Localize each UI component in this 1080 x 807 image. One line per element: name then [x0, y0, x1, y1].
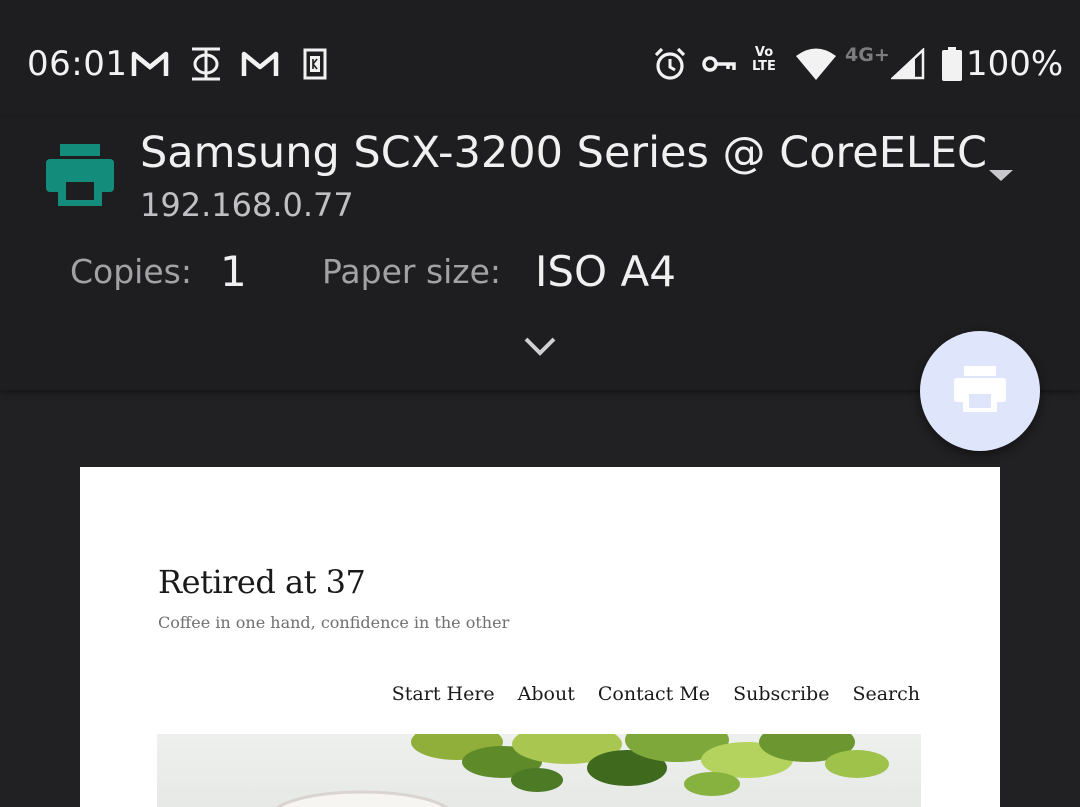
print-icon — [954, 366, 1006, 416]
printer-icon — [46, 144, 114, 206]
printer-dropdown-icon[interactable] — [985, 163, 1017, 187]
print-button[interactable] — [920, 331, 1040, 451]
battery-percent: 100% — [966, 44, 1064, 84]
gmail-icon — [130, 44, 170, 84]
battery-icon — [940, 44, 964, 84]
hero-image — [157, 734, 921, 807]
site-nav: Start Here About Contact Me Subscribe Se… — [392, 683, 920, 705]
printer-address: 192.168.0.77 — [140, 186, 354, 224]
network-type-label: 4G+ — [845, 44, 890, 66]
status-bar: 06:01 Vo LTE 4G+ 100% — [0, 0, 1080, 118]
nav-contact-me: Contact Me — [597, 683, 711, 705]
phi-app-icon — [186, 44, 226, 84]
paper-size-value[interactable]: ISO A4 — [535, 247, 676, 296]
printer-name[interactable]: Samsung SCX-3200 Series @ CoreELEC — [140, 128, 987, 178]
page-preview[interactable]: Retired at 37 Coffee in one hand, confid… — [80, 467, 1000, 807]
copies-label: Copies: — [70, 252, 192, 291]
signal-icon — [890, 44, 926, 84]
nav-about: About — [517, 683, 575, 705]
nav-subscribe: Subscribe — [733, 683, 830, 705]
nav-search: Search — [852, 683, 920, 705]
expand-options-chevron-icon[interactable] — [521, 332, 559, 360]
gmail-icon — [240, 44, 280, 84]
nav-start-here: Start Here — [391, 683, 495, 705]
site-title: Retired at 37 — [158, 563, 366, 601]
site-tagline: Coffee in one hand, confidence in the ot… — [158, 613, 510, 632]
volte-icon: Vo LTE — [752, 45, 776, 74]
status-time: 06:01 — [27, 44, 128, 84]
copies-value[interactable]: 1 — [220, 247, 247, 296]
paper-size-label: Paper size: — [322, 252, 502, 291]
k-app-icon — [300, 44, 330, 84]
vpn-key-icon — [700, 44, 738, 84]
alarm-icon — [650, 44, 690, 84]
wifi-icon — [794, 44, 838, 84]
